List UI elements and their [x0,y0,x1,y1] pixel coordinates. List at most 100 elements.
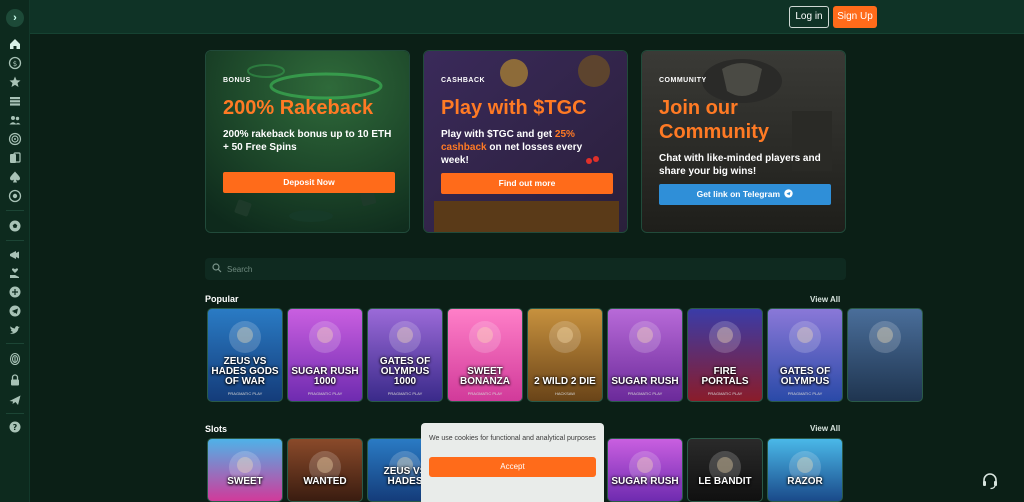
game-artwork [709,321,741,353]
fingerprint-icon[interactable] [8,352,22,366]
chevron-right-icon: › [13,12,17,24]
sidebar-divider [6,240,24,241]
game-title: SWEET BONANZA [460,366,510,387]
lock-icon[interactable] [8,373,22,387]
search-input[interactable] [227,258,827,280]
signup-button[interactable]: Sign Up [833,6,877,28]
cookie-banner: We use cookies for functional and analyt… [421,423,604,502]
promo-tag: COMMUNITY [659,77,707,84]
section-title-popular: Popular [205,294,239,304]
search-icon [212,263,222,273]
game-artwork [869,321,901,353]
game-provider: PRAGMATIC PLAY [627,391,663,396]
telegram-link-button[interactable]: Get link on Telegram [659,184,831,205]
svg-text:?: ? [13,423,18,432]
svg-text:$: $ [13,60,17,68]
view-all-popular-link[interactable]: View All [810,295,840,304]
game-tile[interactable]: ZEUS VS HADES GODS OF WAR PRAGMATIC PLAY [207,308,283,402]
game-tile[interactable]: SUGAR RUSH [607,438,683,502]
game-title: 2 WILD 2 DIE [534,376,596,387]
promo-card-community: COMMUNITY Join our Community Chat with l… [641,50,846,233]
game-tile[interactable]: LE BANDIT [687,438,763,502]
target-icon[interactable] [8,132,22,146]
view-all-slots-link[interactable]: View All [810,424,840,433]
sidebar-divider [6,413,24,414]
game-tile[interactable]: SUGAR RUSH PRAGMATIC PLAY [607,308,683,402]
game-tile[interactable]: GATES OF OLYMPUS PRAGMATIC PLAY [767,308,843,402]
game-tile[interactable]: SWEET [207,438,283,502]
game-title: FIRE PORTALS [701,366,749,387]
promo-description: Play with $TGC and get 25% cashback on n… [441,129,583,166]
game-tile[interactable]: SWEET BONANZA PRAGMATIC PLAY [447,308,523,402]
home-icon[interactable] [8,37,22,51]
support-headset-icon[interactable] [980,471,1000,491]
promo-card-cashback: CASHBACK Play with $TGC Play with $TGC a… [423,50,628,233]
help-icon[interactable]: ? [8,420,22,434]
game-tile[interactable] [847,308,923,402]
promo-tag: CASHBACK [441,77,486,84]
accept-cookies-button[interactable]: Accept [429,457,596,477]
sidebar-divider [6,210,24,211]
stack-icon[interactable] [8,94,22,108]
game-artwork [629,321,661,353]
roulette-icon[interactable] [8,189,22,203]
cards-icon[interactable] [8,151,22,165]
telegram-icon[interactable] [8,304,22,318]
login-button[interactable]: Log in [789,6,829,28]
find-out-more-button[interactable]: Find out more [441,173,613,194]
game-artwork [789,321,821,353]
game-provider: PRAGMATIC PLAY [707,391,743,396]
game-tile[interactable]: FIRE PORTALS PRAGMATIC PLAY [687,308,763,402]
star-icon[interactable] [8,75,22,89]
deposit-now-button[interactable]: Deposit Now [223,172,395,193]
game-artwork [469,321,501,353]
megaphone-icon[interactable] [8,248,22,262]
promo-title: Join our Community [659,97,769,143]
heart-hand-icon[interactable] [8,266,22,280]
twitter-icon[interactable] [8,323,22,337]
game-tile[interactable]: SUGAR RUSH 1000 PRAGMATIC PLAY [287,308,363,402]
telegram-icon [784,189,794,198]
game-title: SUGAR RUSH [611,476,679,487]
coin-icon[interactable]: $ [8,56,22,70]
promo-title: Play with $TGC [441,97,587,119]
game-artwork [549,321,581,353]
sidebar: › $ ? [0,0,30,502]
game-artwork [229,321,261,353]
users-icon[interactable] [8,113,22,127]
game-title: ZEUS VS HADES GODS OF WAR [211,356,279,387]
game-title: SUGAR RUSH [611,376,679,387]
gift-icon[interactable] [8,285,22,299]
plane-icon[interactable] [8,393,22,407]
game-provider: PRAGMATIC PLAY [307,391,343,396]
sidebar-divider [6,343,24,344]
promo-description: 200% rakeback bonus up to 10 ETH + 50 Fr… [223,129,392,153]
game-title: RAZOR [787,476,823,487]
promo-description: Chat with like-minded players and share … [659,153,821,177]
game-title: WANTED [303,476,347,487]
soccer-icon[interactable] [8,219,22,233]
game-title: SUGAR RUSH 1000 [291,366,359,387]
game-title: GATES OF OLYMPUS 1000 [379,356,431,387]
game-provider: HACKSAW [554,391,576,396]
section-title-slots: Slots [205,424,228,434]
promo-tag: BONUS [223,77,251,84]
game-tile[interactable]: GATES OF OLYMPUS 1000 PRAGMATIC PLAY [367,308,443,402]
game-provider: PRAGMATIC PLAY [387,391,423,396]
game-title: SWEET [227,476,263,487]
promo-title: 200% Rakeback [223,97,374,119]
game-provider: PRAGMATIC PLAY [787,391,823,396]
game-provider: PRAGMATIC PLAY [467,391,503,396]
game-title: LE BANDIT [698,476,752,487]
top-bar: Log in Sign Up [30,0,1024,34]
game-provider: PRAGMATIC PLAY [227,391,263,396]
search-bar [205,258,846,280]
game-tile[interactable]: 2 WILD 2 DIE HACKSAW [527,308,603,402]
cookie-text: We use cookies for functional and analyt… [429,435,596,442]
spade-icon[interactable] [8,170,22,184]
game-artwork [309,321,341,353]
game-tile[interactable]: RAZOR [767,438,843,502]
sidebar-toggle-button[interactable]: › [6,9,24,27]
game-tile[interactable]: WANTED [287,438,363,502]
promo-card-bonus: BONUS 200% Rakeback 200% rakeback bonus … [205,50,410,233]
